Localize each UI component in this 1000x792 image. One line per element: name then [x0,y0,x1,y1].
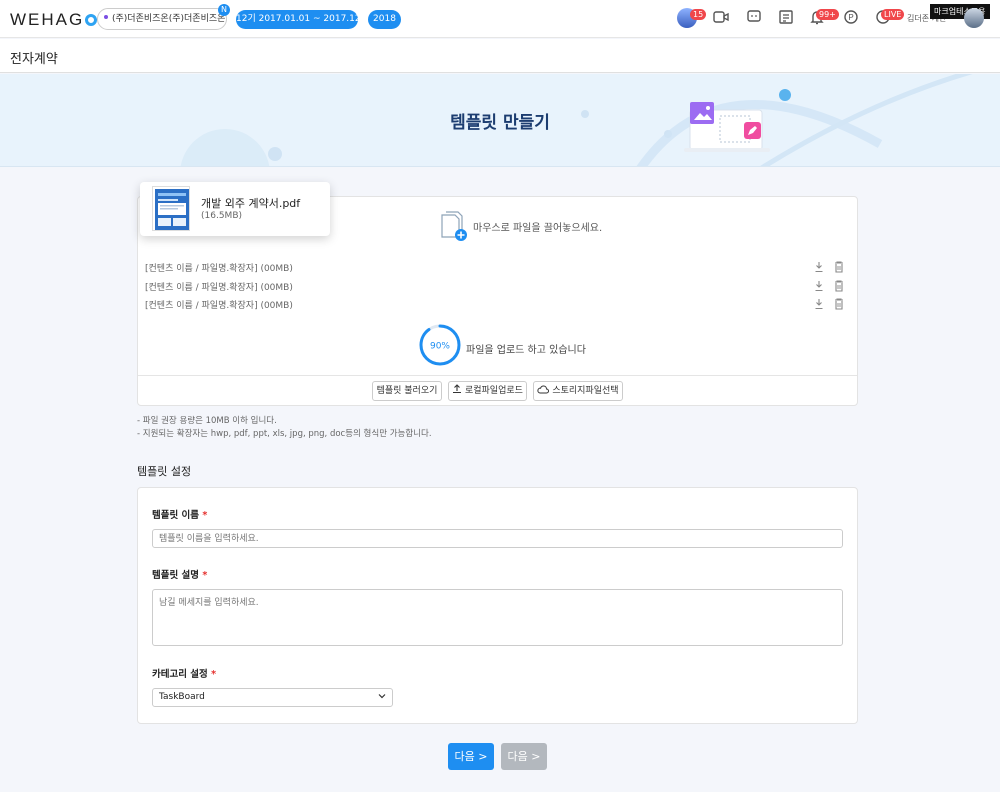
dragged-file-name: 개발 외주 계약서.pdf [201,197,301,210]
download-icon [815,281,823,292]
upload-status-text: 파일을 업로드 하고 있습니다 [466,345,586,356]
uploaded-file-label: [컨텐츠 이름 / 파일명.확장자] (00MB) [145,301,293,311]
storage-select-label: 스토리지파일선택 [552,386,619,396]
note-line: - 지원되는 확장자는 hwp, pdf, ppt, xls, jpg, png… [137,429,432,439]
chat-icon[interactable] [745,10,763,28]
next-button[interactable]: 다음 > [448,743,494,770]
page-title: 전자계약 [10,52,58,67]
local-upload-button[interactable]: 로컬파일업로드 [448,381,527,401]
year-pill[interactable]: 2018 [368,10,401,29]
logo-text: WEHAG [10,10,85,29]
category-label: 카테고리 설정 * [152,669,217,680]
pdf-thumbnail-icon [152,186,190,231]
avatar-count-badge: 15 [690,9,707,20]
add-file-icon [440,210,468,242]
storage-select-button[interactable]: 스토리지파일선택 [533,381,623,401]
category-value: TaskBoard [159,692,205,702]
delete-icon [835,261,843,273]
upload-icon [452,384,462,396]
upload-progress-ring: 90% [418,323,462,367]
wehago-logo[interactable]: WEHAG [10,10,98,30]
live-badge: LIVE [881,9,905,20]
company-dot-icon [104,15,108,19]
uploaded-file-label: [컨텐츠 이름 / 파일명.확장자] (00MB) [145,264,293,274]
video-call-icon[interactable] [712,10,730,28]
profile-avatar[interactable] [964,8,984,28]
company-name: (주)더존비즈온(주)더존비즈온... [112,14,227,24]
template-desc-label: 템플릿 설명 * [152,570,208,581]
upload-notes: - 파일 권장 용량은 10MB 이하 입니다. - 지원되는 확장자는 hwp… [137,415,432,441]
company-selector[interactable]: (주)더존비즈온(주)더존비즈온... [97,8,227,30]
template-desc-input[interactable] [152,589,843,646]
category-select[interactable]: TaskBoard [152,688,393,707]
note-line: - 파일 권장 용량은 10MB 이하 입니다. [137,416,277,426]
settings-section-title: 템플릿 설정 [137,465,192,478]
drop-instruction: 마우스로 파일을 끌어놓으세요. [473,223,603,234]
dragged-file-size: (16.5MB) [201,211,243,221]
progress-percent: 90% [430,342,450,352]
notification-count-badge: 99+ [816,9,839,20]
download-icon [815,299,823,310]
uploaded-file-row: [컨텐츠 이름 / 파일명.확장자] (00MB) [145,280,845,294]
delete-icon [835,280,843,292]
chevron-down-icon [378,689,386,706]
banner-title: 템플릿 만들기 [450,113,550,133]
template-name-input[interactable] [152,529,843,548]
logo-o-icon [85,14,98,26]
delete-icon [835,298,843,310]
new-badge: N [218,4,230,16]
fiscal-period-pill[interactable]: 12기 2017.01.01 ~ 2017.12.31 [236,10,375,29]
local-upload-label: 로컬파일업로드 [464,386,523,396]
uploaded-file-label: [컨텐츠 이름 / 파일명.확장자] (00MB) [145,283,293,293]
cloud-icon [537,385,550,396]
next-button-disabled[interactable]: 다음 > [501,743,547,770]
uploaded-file-row: [컨텐츠 이름 / 파일명.확장자] (00MB) [145,298,845,312]
upload-divider [138,375,857,376]
load-template-button[interactable]: 템플릿 불러오기 [372,381,442,401]
download-icon [815,262,823,273]
uploaded-file-row: [컨텐츠 이름 / 파일명.확장자] (00MB) [145,261,845,275]
svg-text:P: P [848,13,853,22]
template-name-label: 템플릿 이름 * [152,510,208,521]
point-icon[interactable]: P [842,10,860,28]
note-icon[interactable] [777,10,795,28]
page-header [0,39,1000,73]
